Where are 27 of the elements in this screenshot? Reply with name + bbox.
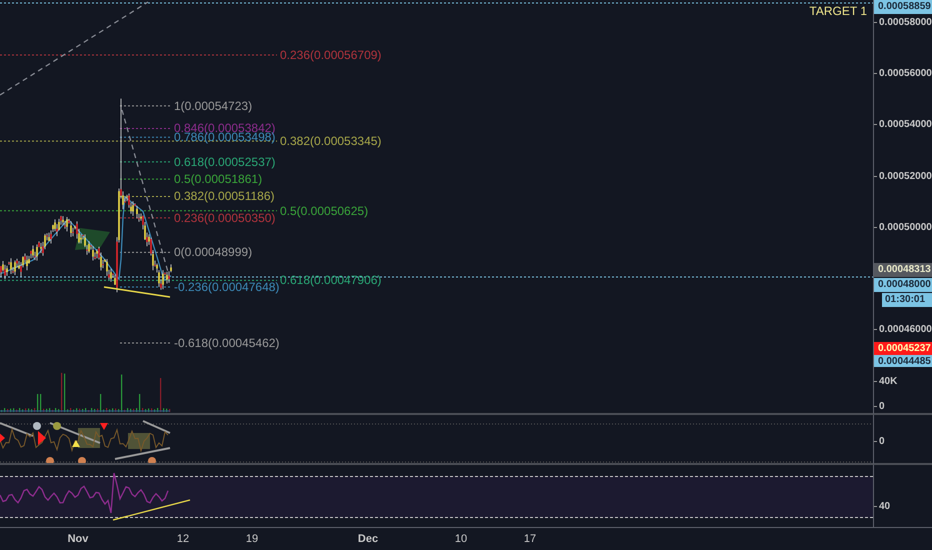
price-tag: 0.00044485: [874, 355, 932, 367]
countdown-tag: 01:30:01: [882, 292, 932, 307]
time-label: 12: [176, 533, 190, 545]
fib-level-label: 0.382(0.00053345): [280, 134, 382, 148]
fib-level-label: 0(0.00048999): [174, 245, 252, 260]
price-tag: 0.00058859: [874, 0, 932, 14]
time-label: 10: [454, 533, 468, 545]
fib-level-label: 0.618(0.00047906): [280, 273, 382, 288]
fib-level-label: 0.382(0.00051186): [174, 189, 275, 204]
trend-line: [104, 286, 170, 298]
time-label: 17: [524, 533, 536, 545]
fib-level-label: -0.618(0.00045462): [174, 336, 280, 350]
price-tag: 0.00048000: [874, 278, 932, 292]
price-tag: 0.00045237: [874, 342, 932, 356]
fib-level-label: 0.5(0.00050625): [280, 204, 368, 218]
fib-level-label: 0.846(0.00053842): [174, 121, 276, 136]
time-label: Nov: [68, 533, 88, 545]
fib-level-label: 0.5(0.00051861): [174, 172, 262, 186]
price-tag: 0.00048313: [874, 262, 932, 277]
fib-level-label: 1(0.00054723): [174, 98, 252, 113]
fib-level-label: -0.236(0.00047648): [174, 280, 280, 294]
target-label: TARGET 1: [809, 4, 867, 18]
fib-level-label: 0.618(0.00052537): [174, 154, 276, 169]
fib-level-label: 0.236(0.00050350): [174, 210, 276, 225]
time-label: 19: [246, 533, 258, 545]
fib-level-label: 0.236(0.00056709): [280, 48, 382, 62]
time-label: Dec: [358, 533, 378, 545]
